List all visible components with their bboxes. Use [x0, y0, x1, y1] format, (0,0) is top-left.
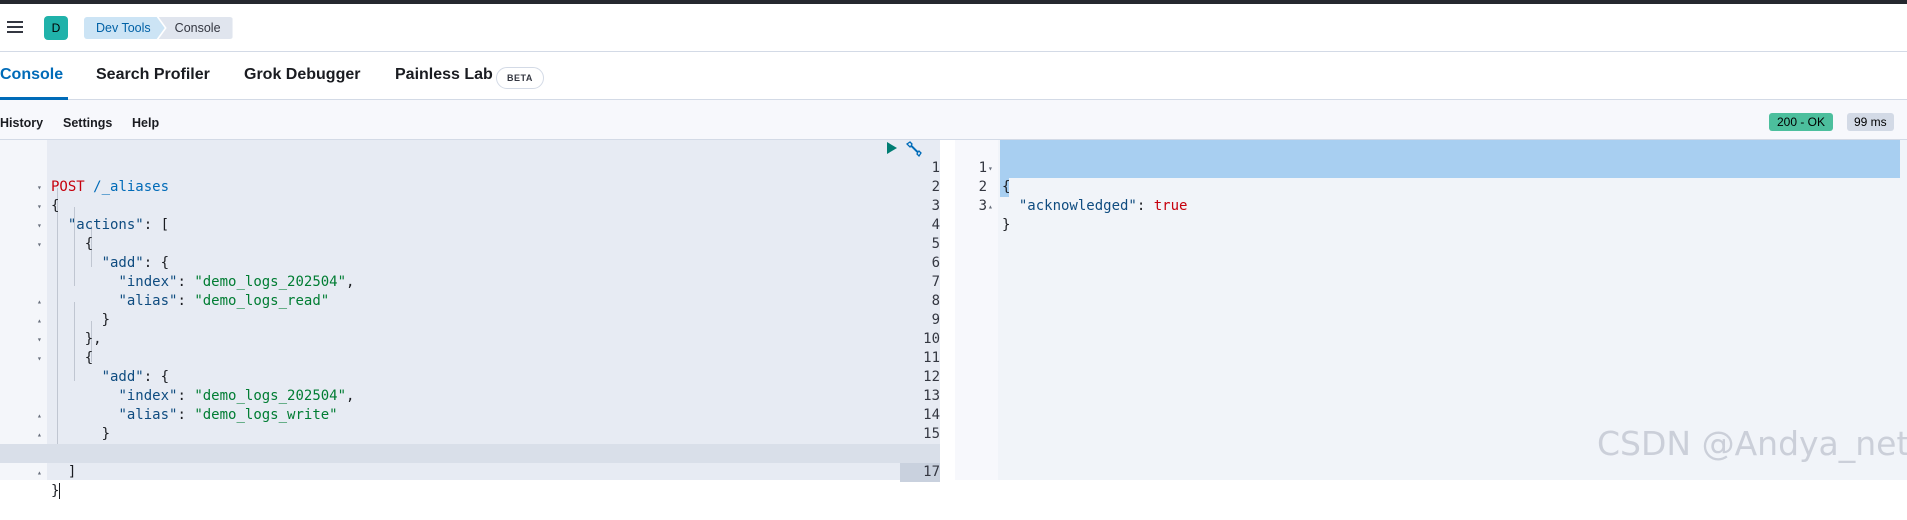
dev-tools-tabs: Console Search Profiler Grok Debugger Pa…: [0, 52, 1907, 100]
beta-badge: BETA: [496, 67, 544, 89]
history-link[interactable]: History: [0, 116, 43, 130]
code-line: 3 ▾ "actions": [: [37, 198, 940, 233]
help-link[interactable]: Help: [132, 116, 159, 130]
tab-search-profiler[interactable]: Search Profiler: [96, 66, 210, 84]
console-menu-bar: History Settings Help 200 - OK 99 ms: [0, 100, 1907, 140]
breadcrumb: Dev Tools Console: [84, 17, 233, 39]
space-avatar[interactable]: D: [44, 16, 68, 40]
app-header: D Dev Tools Console: [0, 4, 1907, 52]
code-line: 8 ▴ }: [37, 293, 940, 328]
code-line-active: 17 ▴ }: [0, 444, 940, 499]
code-line: 14 ▴ }: [37, 407, 940, 442]
tab-grok-debugger[interactable]: Grok Debugger: [244, 66, 360, 84]
status-badge: 200 - OK: [1769, 113, 1834, 131]
code-line: 7 "alias": "demo_logs_read": [118, 274, 940, 309]
tab-console[interactable]: Console: [0, 66, 63, 84]
watermark: CSDN @Andya_net: [1597, 424, 1907, 463]
code-line: 10 ▾ {: [37, 331, 940, 366]
response-line: 3 ▴ }: [978, 198, 1011, 233]
panel-resizer[interactable]: [940, 140, 955, 480]
response-time-badge: 99 ms: [1847, 113, 1894, 131]
request-editor[interactable]: 1 POST /_aliases 2 ▾ { 3 ▾ "actions": [ 4 ▾…: [0, 140, 940, 499]
settings-link[interactable]: Settings: [63, 116, 112, 130]
code-line: 11 ▾ "add": {: [37, 350, 940, 385]
code-line: 9 ▴ },: [37, 312, 940, 347]
code-line: 15▴ }: [37, 426, 940, 461]
code-line: 1 POST /_aliases: [51, 160, 940, 195]
response-line: 2 "acknowledged": true: [978, 179, 1188, 214]
code-line: 16▴ ]: [37, 445, 940, 480]
code-line: 5 ▾ "add": {: [37, 236, 940, 271]
code-line: 13 "alias": "demo_logs_write": [118, 388, 940, 423]
code-line: 4 ▾ {: [37, 217, 940, 252]
play-icon[interactable]: [885, 140, 899, 156]
hamburger-icon[interactable]: [7, 18, 25, 34]
code-line: 2 ▾ {: [37, 179, 940, 214]
response-line: 1 ▾ {: [978, 160, 1011, 195]
breadcrumb-dev-tools[interactable]: Dev Tools: [84, 17, 165, 39]
breadcrumb-console: Console: [158, 17, 233, 39]
wrench-icon[interactable]: [904, 140, 922, 158]
code-line: 12 "index": "demo_logs_202504",: [118, 369, 940, 404]
tab-painless-lab[interactable]: Painless Lab: [395, 66, 493, 84]
code-line: 6 "index": "demo_logs_202504",: [118, 255, 940, 290]
